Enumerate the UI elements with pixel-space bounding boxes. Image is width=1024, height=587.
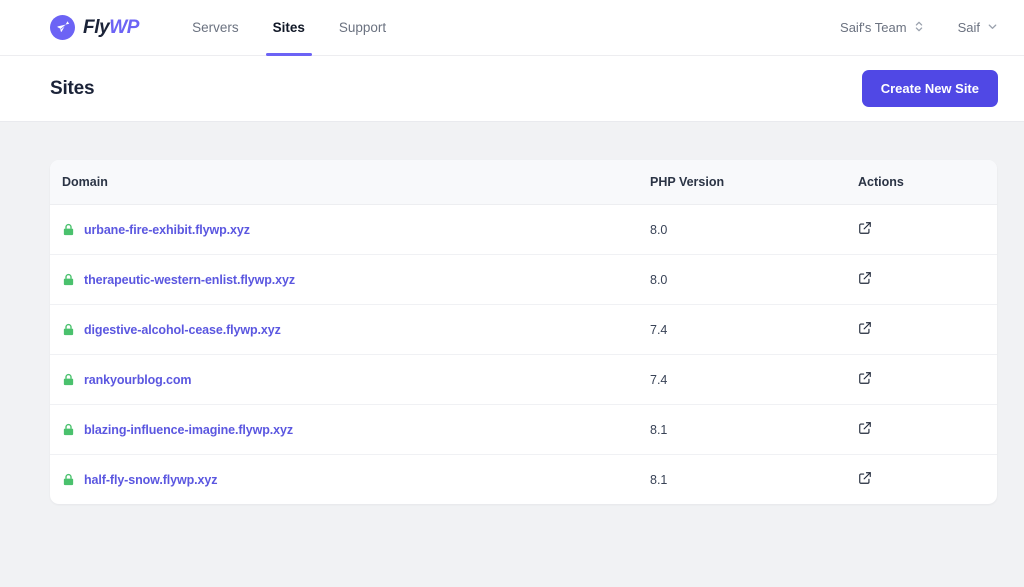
- table-row: urbane-fire-exhibit.flywp.xyz 8.0: [50, 204, 997, 255]
- team-switcher-label: Saif's Team: [840, 20, 907, 35]
- table-row: blazing-influence-imagine.flywp.xyz 8.1: [50, 404, 997, 455]
- cell-actions: [858, 204, 997, 255]
- external-link-icon[interactable]: [858, 321, 872, 335]
- site-domain-link[interactable]: half-fly-snow.flywp.xyz: [84, 473, 217, 487]
- external-link-icon[interactable]: [858, 471, 872, 485]
- site-domain-link[interactable]: rankyourblog.com: [84, 373, 192, 387]
- cell-actions: [858, 254, 997, 305]
- cell-actions: [858, 354, 997, 405]
- site-domain-link[interactable]: urbane-fire-exhibit.flywp.xyz: [84, 223, 250, 237]
- column-header-domain: Domain: [50, 160, 650, 205]
- cell-domain: therapeutic-western-enlist.flywp.xyz: [50, 254, 650, 305]
- external-link-icon[interactable]: [858, 371, 872, 385]
- nav-item-servers[interactable]: Servers: [175, 0, 256, 56]
- table-row: therapeutic-western-enlist.flywp.xyz 8.0: [50, 254, 997, 305]
- lock-icon: [62, 323, 75, 336]
- table-row: half-fly-snow.flywp.xyz 8.1: [50, 455, 997, 505]
- site-domain-link[interactable]: therapeutic-western-enlist.flywp.xyz: [84, 273, 295, 287]
- account-controls: Saif's Team Saif: [840, 20, 998, 36]
- top-navigation-bar: Fly WP Servers Sites Support Saif's Team …: [0, 0, 1024, 56]
- brand-wordmark: Fly WP: [83, 17, 139, 39]
- external-link-icon[interactable]: [858, 421, 872, 435]
- site-domain-link[interactable]: digestive-alcohol-cease.flywp.xyz: [84, 323, 281, 337]
- nav-item-support[interactable]: Support: [322, 0, 403, 56]
- create-new-site-button[interactable]: Create New Site: [861, 70, 998, 107]
- paper-plane-icon: [50, 15, 75, 40]
- cell-php-version: 7.4: [650, 304, 858, 355]
- cell-domain: digestive-alcohol-cease.flywp.xyz: [50, 304, 650, 355]
- user-menu[interactable]: Saif: [958, 20, 998, 35]
- team-switcher[interactable]: Saif's Team: [840, 20, 924, 36]
- lock-icon: [62, 273, 75, 286]
- lock-icon: [62, 423, 75, 436]
- site-domain-link[interactable]: blazing-influence-imagine.flywp.xyz: [84, 423, 293, 437]
- external-link-icon[interactable]: [858, 271, 872, 285]
- sites-table-body: urbane-fire-exhibit.flywp.xyz 8.0 therapeu…: [50, 204, 997, 505]
- cell-domain: half-fly-snow.flywp.xyz: [50, 455, 650, 505]
- cell-php-version: 8.1: [650, 472, 668, 487]
- cell-domain: rankyourblog.com: [50, 354, 650, 405]
- brand-name-fly: Fly: [83, 16, 110, 38]
- cell-domain: blazing-influence-imagine.flywp.xyz: [50, 404, 650, 455]
- main-nav: Servers Sites Support: [175, 0, 403, 56]
- lock-icon: [62, 373, 75, 386]
- nav-item-support-label: Support: [338, 20, 387, 35]
- brand-logo[interactable]: Fly WP: [50, 15, 139, 40]
- cell-php-version: 8.0: [650, 204, 858, 255]
- column-header-actions: Actions: [858, 160, 997, 205]
- lock-icon: [62, 473, 75, 486]
- table-header-row: Domain PHP Version Actions: [50, 160, 997, 205]
- main-content: Domain PHP Version Actions urbane-fire-e…: [0, 122, 1024, 587]
- cell-php-version: 8.0: [650, 254, 858, 305]
- sites-table: Domain PHP Version Actions urbane-fire-e…: [50, 160, 997, 504]
- page-header: Sites Create New Site: [0, 56, 1024, 122]
- nav-item-sites[interactable]: Sites: [256, 0, 322, 56]
- nav-item-servers-label: Servers: [192, 20, 239, 35]
- cell-actions: [858, 404, 997, 455]
- lock-icon: [62, 223, 75, 236]
- cell-php-version: 7.4: [650, 354, 858, 405]
- cell-actions: [858, 304, 997, 355]
- column-header-php-version: PHP Version: [650, 160, 858, 205]
- cell-actions: [858, 455, 997, 505]
- chevron-up-down-icon: [914, 20, 924, 36]
- table-row: digestive-alcohol-cease.flywp.xyz 7.4: [50, 304, 997, 355]
- page-title: Sites: [50, 77, 95, 99]
- cell-php-version: 8.1: [650, 404, 858, 455]
- chevron-down-icon: [987, 20, 998, 35]
- brand-name-wp: WP: [109, 16, 140, 38]
- table-row: rankyourblog.com 7.4: [50, 354, 997, 405]
- cell-domain: urbane-fire-exhibit.flywp.xyz: [50, 204, 650, 255]
- sites-table-head: Domain PHP Version Actions: [50, 160, 997, 205]
- nav-item-sites-label: Sites: [272, 20, 305, 35]
- sites-table-card: Domain PHP Version Actions urbane-fire-e…: [50, 160, 997, 504]
- external-link-icon[interactable]: [858, 221, 872, 235]
- user-menu-label: Saif: [957, 20, 980, 35]
